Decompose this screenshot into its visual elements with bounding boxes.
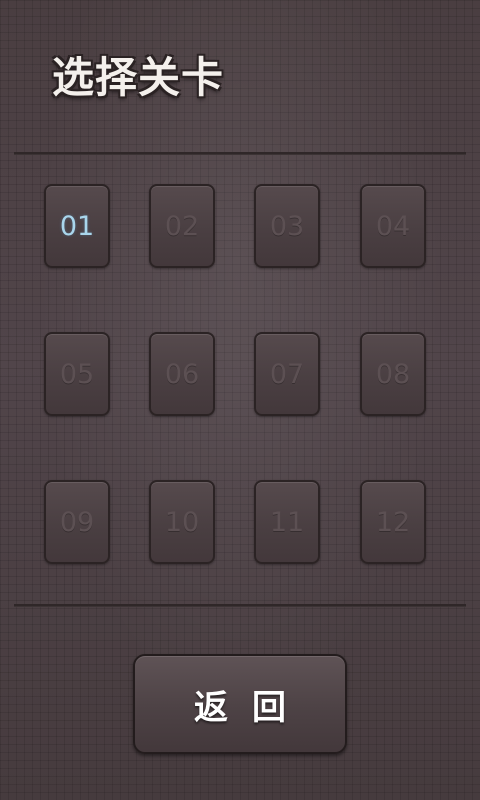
level-number: 02	[164, 210, 200, 242]
page-title: 选择关卡	[52, 53, 225, 102]
level-button-04[interactable]: 04	[360, 184, 426, 268]
level-button-09[interactable]: 09	[44, 480, 110, 564]
level-number: 05	[59, 358, 95, 390]
level-button-03[interactable]: 03	[254, 184, 320, 268]
bottom-divider	[14, 604, 466, 607]
level-number: 07	[269, 358, 305, 390]
level-button-01[interactable]: 01	[44, 184, 110, 268]
level-number: 01	[59, 210, 95, 242]
back-button[interactable]: 返回	[133, 654, 347, 754]
top-divider	[14, 152, 466, 155]
level-number: 12	[375, 506, 411, 538]
level-number: 03	[269, 210, 305, 242]
level-button-02[interactable]: 02	[149, 184, 215, 268]
level-button-07[interactable]: 07	[254, 332, 320, 416]
back-button-label: 返回	[194, 687, 310, 728]
level-button-08[interactable]: 08	[360, 332, 426, 416]
level-number: 04	[375, 210, 411, 242]
level-number: 10	[164, 506, 200, 538]
level-number: 11	[269, 506, 305, 538]
level-button-06[interactable]: 06	[149, 332, 215, 416]
level-button-05[interactable]: 05	[44, 332, 110, 416]
level-button-12[interactable]: 12	[360, 480, 426, 564]
level-button-10[interactable]: 10	[149, 480, 215, 564]
level-number: 06	[164, 358, 200, 390]
level-button-11[interactable]: 11	[254, 480, 320, 564]
level-number: 09	[59, 506, 95, 538]
level-number: 08	[375, 358, 411, 390]
